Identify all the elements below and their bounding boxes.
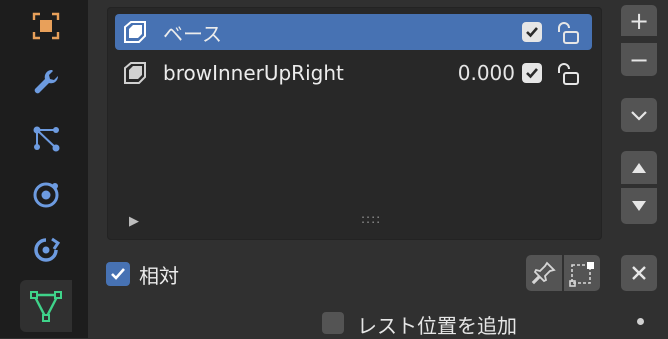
shape-key-mute-checkbox[interactable] — [522, 22, 542, 42]
shape-key-icon — [124, 62, 146, 84]
wrench-icon — [34, 69, 59, 94]
triangle-down-icon — [632, 201, 646, 211]
tab-constraints[interactable] — [20, 224, 72, 276]
relative-label: 相対 — [139, 264, 179, 288]
properties-tab-bar — [0, 0, 88, 338]
move-up-button[interactable] — [621, 151, 657, 184]
clear-shape-key-pin-button[interactable] — [621, 255, 657, 291]
remove-shape-key-button[interactable]: − — [621, 43, 657, 76]
shape-key-row[interactable]: ベース — [115, 14, 592, 50]
resize-grip-icon[interactable]: :::: — [361, 212, 381, 226]
shape-key-row[interactable]: browInnerUpRight 0.000 — [115, 55, 592, 91]
unlock-icon[interactable] — [555, 20, 585, 46]
expand-filter-triangle-icon[interactable]: ▶ — [129, 214, 139, 229]
constraints-icon — [34, 237, 61, 262]
shape-key-name: browInnerUpRight — [163, 61, 344, 85]
shape-keys-panel: ベース browInnerUpRight 0.000 ▶:::: + − 相対… — [88, 0, 668, 338]
unlock-icon[interactable] — [555, 61, 585, 87]
triangle-up-icon — [632, 162, 646, 173]
shape-key-lock-button[interactable] — [526, 255, 562, 291]
add-rest-position-label: レスト位置を追加 — [357, 314, 517, 338]
shape-key-mute-checkbox[interactable] — [522, 63, 542, 83]
decorator-dot-icon[interactable] — [637, 318, 644, 325]
tab-physics[interactable] — [20, 168, 72, 220]
shape-key-name: ベース — [163, 21, 222, 46]
relative-checkbox[interactable] — [106, 262, 130, 286]
tab-particles[interactable] — [20, 112, 72, 164]
tab-mesh-data[interactable] — [20, 280, 72, 332]
edit-mode-icon — [569, 262, 594, 287]
add-rest-position-checkbox[interactable] — [322, 312, 344, 334]
plus-icon: + — [628, 6, 650, 35]
shape-key-list[interactable]: ベース browInnerUpRight 0.000 ▶:::: — [107, 7, 602, 240]
checkmark-icon — [526, 27, 538, 38]
particles-icon — [33, 126, 60, 152]
checkmark-icon — [526, 68, 538, 79]
specials-menu-button[interactable] — [621, 98, 657, 132]
checkmark-icon — [111, 268, 125, 280]
physics-icon — [33, 182, 59, 208]
close-icon — [632, 266, 646, 280]
move-down-button[interactable] — [621, 188, 657, 224]
tab-object-data[interactable] — [20, 0, 72, 52]
add-shape-key-button[interactable]: + — [621, 5, 657, 36]
object-data-icon — [32, 12, 60, 40]
shape-key-value[interactable]: 0.000 — [435, 61, 515, 85]
shape-key-icon — [124, 21, 146, 43]
edit-mode-button[interactable] — [564, 255, 600, 291]
pin-icon — [531, 261, 556, 285]
mesh-data-icon — [30, 291, 62, 322]
minus-icon: − — [628, 45, 650, 74]
chevron-down-icon — [631, 111, 647, 121]
tab-modifiers[interactable] — [20, 56, 72, 108]
